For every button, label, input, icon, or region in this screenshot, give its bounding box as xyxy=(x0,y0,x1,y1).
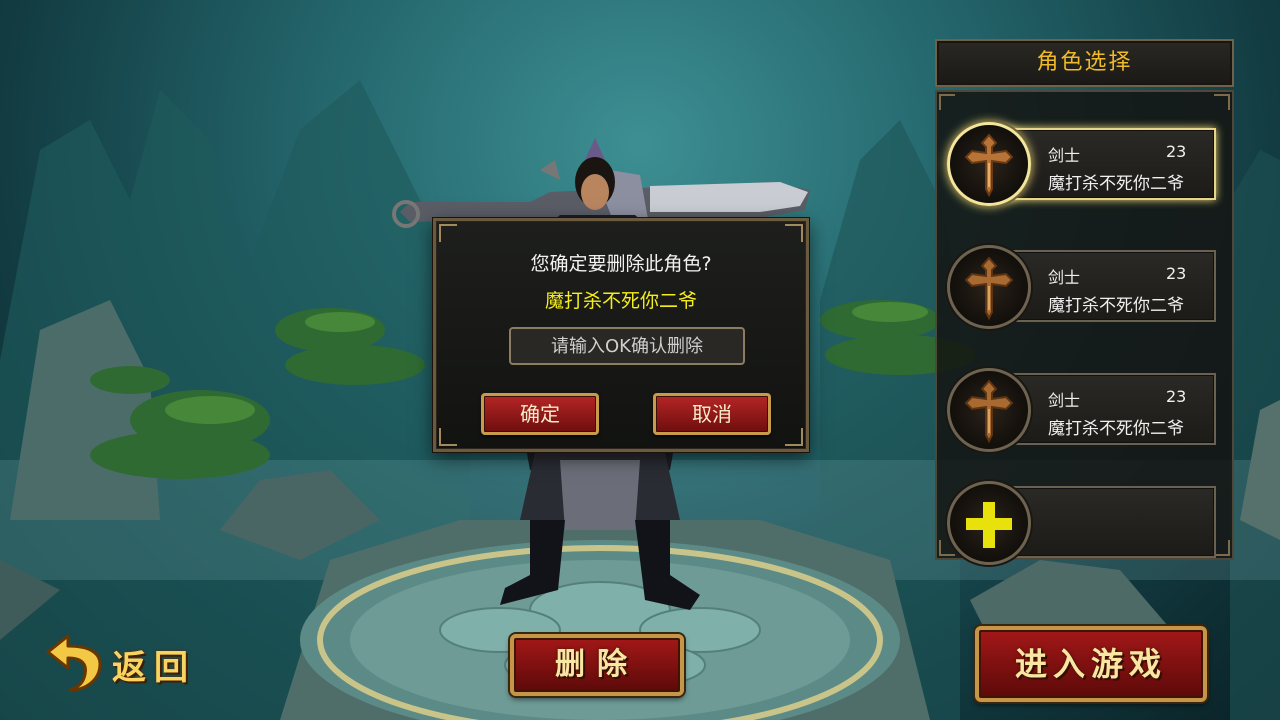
corner-ornament xyxy=(939,94,955,110)
slot-level: 23 xyxy=(1166,264,1187,283)
sword-emblem-icon[interactable] xyxy=(947,245,1031,329)
delete-button[interactable]: 删除 xyxy=(510,634,684,696)
slot-class: 剑士 xyxy=(1048,146,1081,165)
back-button[interactable]: 返回 xyxy=(44,628,214,694)
corner-ornament xyxy=(1214,540,1230,556)
confirm-ok-input[interactable] xyxy=(509,327,745,365)
slot-level: 23 xyxy=(1166,387,1187,406)
slot-level: 23 xyxy=(1166,142,1187,161)
enter-game-button[interactable]: 进入游戏 xyxy=(975,626,1207,702)
delete-confirm-dialog: 您确定要删除此角色? 魔打杀不死你二爷 确定 取消 xyxy=(433,218,809,452)
slot-class: 剑士 xyxy=(1048,268,1081,287)
slot-class: 剑士 xyxy=(1048,391,1081,410)
panel-title: 角色选择 xyxy=(935,39,1234,87)
dialog-question: 您确定要删除此角色? xyxy=(530,253,712,275)
back-label: 返回 xyxy=(112,648,196,688)
slot-name: 魔打杀不死你二爷 xyxy=(1048,296,1184,316)
corner-ornament xyxy=(439,428,457,446)
sword-emblem-icon[interactable] xyxy=(947,122,1031,206)
corner-ornament xyxy=(785,428,803,446)
confirm-button[interactable]: 确定 xyxy=(481,393,599,435)
corner-ornament xyxy=(785,224,803,242)
corner-ornament xyxy=(439,224,457,242)
slot-name: 魔打杀不死你二爷 xyxy=(1048,174,1184,194)
slot-name: 魔打杀不死你二爷 xyxy=(1048,419,1184,439)
sword-emblem-icon[interactable] xyxy=(947,368,1031,452)
plus-icon[interactable] xyxy=(947,481,1031,565)
cancel-button[interactable]: 取消 xyxy=(653,393,771,435)
dialog-character-name: 魔打杀不死你二爷 xyxy=(544,290,697,312)
back-arrow-icon xyxy=(46,634,102,692)
corner-ornament xyxy=(1214,94,1230,110)
